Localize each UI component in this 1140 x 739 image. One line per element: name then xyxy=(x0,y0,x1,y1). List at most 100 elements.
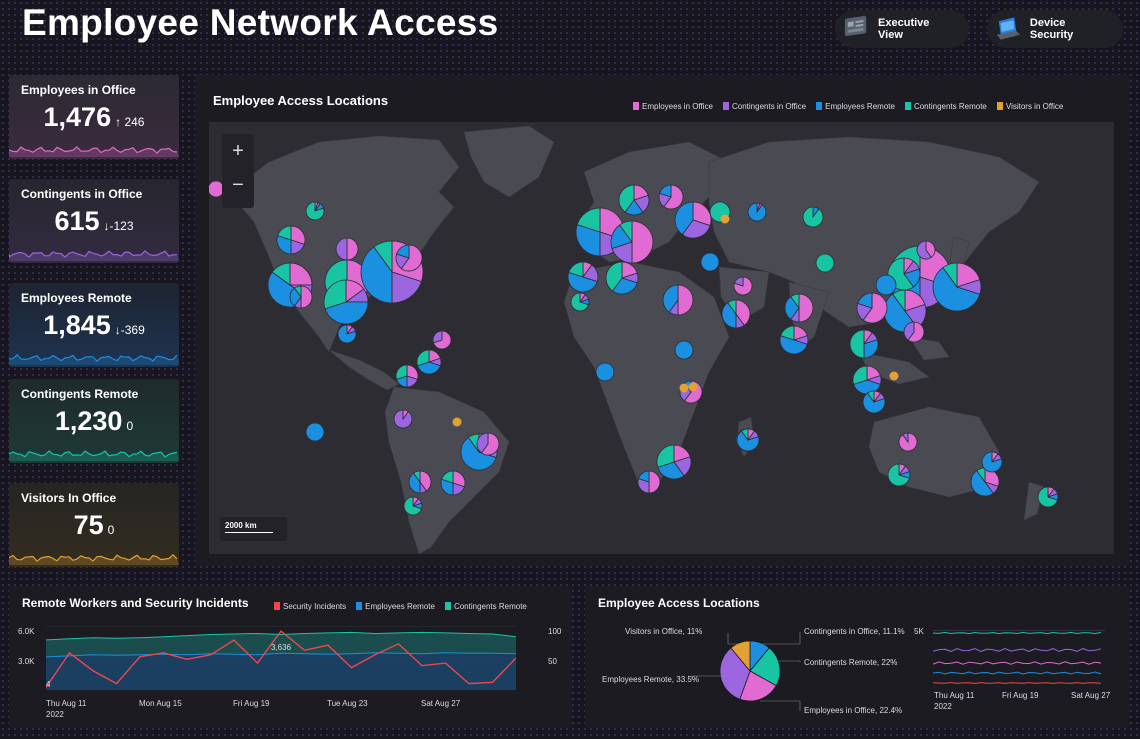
map-pie-marker xyxy=(784,293,814,323)
map-visitor-marker xyxy=(679,383,689,393)
kpi-delta: 0 xyxy=(107,523,115,537)
legend-swatch xyxy=(444,602,451,610)
map-pie-marker xyxy=(637,470,661,494)
map-pie-marker xyxy=(618,184,650,216)
map-pie-marker xyxy=(595,362,615,382)
kpi-contingents-remote[interactable]: Contingents Remote 1,230 0 xyxy=(9,379,179,463)
y-axis-left-tick: 6.0K xyxy=(18,627,35,636)
kpi-employees-remote[interactable]: Employees Remote 1,845 ↓-369 xyxy=(9,283,179,367)
map-pie-marker xyxy=(337,324,357,344)
legend-swatch xyxy=(904,102,911,110)
map-pie-marker xyxy=(747,202,767,222)
map-pie-marker xyxy=(605,261,639,295)
kpi-label: Contingents Remote xyxy=(21,387,139,401)
mini-trend-line xyxy=(933,661,1102,665)
map-pie-marker xyxy=(305,422,325,442)
device-security-label: Device Security xyxy=(1029,17,1074,41)
world-map[interactable]: + − 2000 km xyxy=(209,122,1114,554)
map-legend: Employees in Office Contingents in Offic… xyxy=(633,102,1063,111)
legend-item[interactable]: Security Incidents xyxy=(274,602,346,611)
map-pie-marker xyxy=(408,470,432,494)
map-pie-marker xyxy=(700,252,720,272)
y-axis-left-tick: 3.0K xyxy=(18,657,35,666)
legend-item[interactable]: Visitors in Office xyxy=(996,102,1063,111)
mini-y-tick: 5K xyxy=(914,627,924,636)
map-pie-marker xyxy=(736,428,760,452)
dashboard-icon xyxy=(844,16,867,36)
kpi-value: 615 xyxy=(54,206,100,236)
map-visitor-marker xyxy=(688,382,698,392)
map-pie-slice xyxy=(305,422,325,442)
x-axis-tick: Tue Aug 23 xyxy=(327,699,368,708)
scale-label: 2000 km xyxy=(225,521,257,530)
device-security-button[interactable]: Device Security xyxy=(987,10,1123,48)
kpi-contingents-in-office[interactable]: Contingents in Office 615 ↓-123 xyxy=(9,179,179,263)
map-pie-marker xyxy=(567,261,599,293)
map-pie-slice xyxy=(648,470,661,494)
executive-view-button[interactable]: Executive View xyxy=(835,10,969,48)
sparkline xyxy=(9,450,179,461)
legend-swatch xyxy=(633,102,639,110)
mini-trend-line xyxy=(933,631,1102,635)
kpi-value: 1,230 xyxy=(54,406,123,436)
map-pie-marker xyxy=(570,292,590,312)
map-pie-marker xyxy=(658,184,684,210)
mini-x-tick: Sat Aug 27 xyxy=(1071,691,1111,700)
kpi-delta: -369 xyxy=(120,323,145,337)
map-pie-marker xyxy=(662,284,694,316)
kpi-employees-in-office[interactable]: Employees in Office 1,476 ↑ 246 xyxy=(9,75,179,159)
line-chart-title: Remote Workers and Security Incidents xyxy=(22,596,249,610)
map-pie-slice xyxy=(677,284,694,316)
map-pie-marker xyxy=(802,206,824,228)
sparkline-area xyxy=(9,451,179,461)
mini-x-tick: Fri Aug 19 xyxy=(1002,691,1039,700)
map-pie-slice xyxy=(335,237,348,261)
x-axis-tick: Mon Aug 15 xyxy=(139,699,182,708)
page-title: Employee Network Access xyxy=(22,2,499,43)
kpi-visitors-in-office[interactable]: Visitors In Office 75 0 xyxy=(9,483,179,567)
legend-item[interactable]: Employees in Office xyxy=(633,102,713,111)
y-axis-right-tick: 50 xyxy=(548,657,557,666)
legend-swatch xyxy=(274,602,280,610)
map-pie-marker xyxy=(932,262,982,312)
kpi-label: Employees in Office xyxy=(21,83,136,97)
kpi-label: Contingents in Office xyxy=(21,187,143,201)
legend-item[interactable]: Employees Remote xyxy=(816,102,895,111)
kpi-delta: 246 xyxy=(124,115,145,129)
pie-label: Employees in Office, 22.4% xyxy=(804,706,903,715)
map-pie-marker xyxy=(916,240,936,260)
legend-item[interactable]: Employees Remote xyxy=(356,602,435,611)
legend-item[interactable]: Contingents Remote xyxy=(444,602,527,611)
map-pie-marker xyxy=(852,365,882,395)
map-pie-marker xyxy=(476,432,500,456)
zoom-in-button[interactable]: + xyxy=(222,134,254,168)
map-pie-marker xyxy=(440,470,466,496)
map-pie-slice xyxy=(595,362,615,382)
pie-leader-line xyxy=(778,660,801,662)
map-pie-markers xyxy=(209,180,1059,516)
map-pie-marker xyxy=(416,349,442,375)
map-pie-marker xyxy=(862,390,886,414)
map-pie-marker xyxy=(610,220,654,264)
y-axis-right-tick: 100 xyxy=(548,627,562,636)
map-pie-slice xyxy=(393,409,413,429)
map-pie-slice xyxy=(849,329,865,359)
map-visitor-marker xyxy=(452,417,462,427)
x-axis-tick: Sat Aug 27 xyxy=(421,699,461,708)
map-visitor-marker xyxy=(889,371,899,381)
map-pie-marker xyxy=(432,330,452,350)
pie-label: Employees Remote, 33.5% xyxy=(602,675,699,684)
zoom-out-button[interactable]: − xyxy=(222,168,254,202)
mini-x-year: 2022 xyxy=(934,702,952,711)
map-pie-marker xyxy=(395,364,419,388)
map-visitor-marker xyxy=(720,214,730,224)
legend-item[interactable]: Contingents Remote xyxy=(904,102,987,111)
executive-view-label: Executive View xyxy=(878,17,930,41)
map-pie-marker xyxy=(903,321,925,343)
map-pie-marker xyxy=(656,444,692,480)
mini-trend-chart[interactable] xyxy=(933,630,1105,686)
x-axis-year: 2022 xyxy=(46,710,64,719)
map-pie-slice xyxy=(631,220,654,264)
legend-item[interactable]: Contingents in Office xyxy=(723,102,806,111)
line-chart[interactable] xyxy=(46,626,516,690)
